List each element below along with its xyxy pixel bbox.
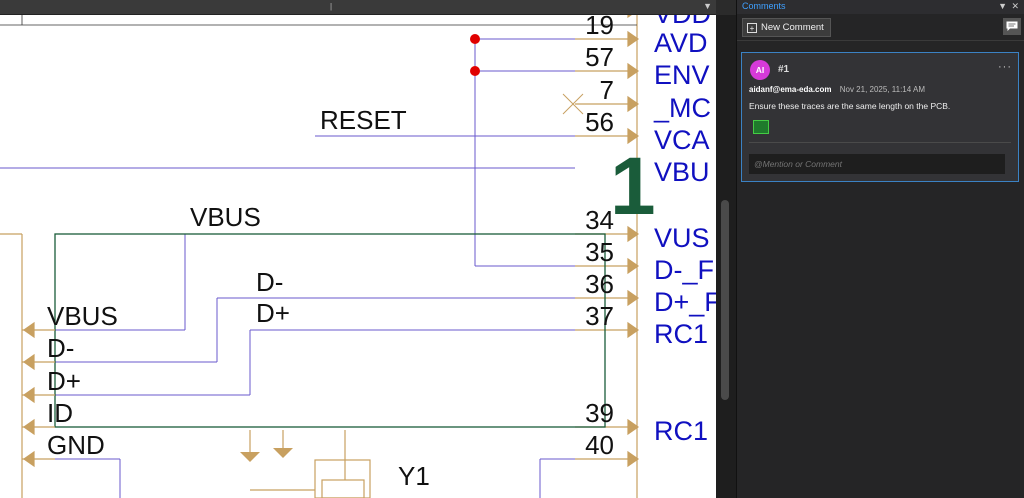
pin-name: VDD <box>654 15 711 29</box>
pin-number: 37 <box>585 301 614 331</box>
pin-number: 57 <box>585 42 614 72</box>
junction-dot <box>470 66 480 76</box>
part-reference: 1 <box>610 141 656 232</box>
pin-number: 7 <box>600 75 614 105</box>
pin-arrow <box>22 321 35 339</box>
connector-body <box>0 233 23 498</box>
pin-name: RC1 <box>654 416 708 446</box>
panel-header: Comments ▼ ✕ <box>737 0 1024 14</box>
avatar: AI <box>750 60 770 80</box>
divider <box>749 142 1011 143</box>
tab-menu-arrow-icon[interactable]: ▼ <box>703 1 712 11</box>
add-comment-icon: + <box>747 22 757 33</box>
vertical-scrollbar[interactable] <box>716 15 736 498</box>
pin-name: _MC <box>653 93 711 123</box>
net-label-d-minus: D- <box>256 267 283 297</box>
pin-name: AVD <box>654 28 708 58</box>
scrollbar-thumb[interactable] <box>721 200 729 400</box>
crystal-reference: Y1 <box>398 461 430 491</box>
ruler-mark: | <box>330 2 333 11</box>
pin-number: 35 <box>585 237 614 267</box>
junction-dot <box>470 34 480 44</box>
new-comment-label: New Comment <box>761 22 824 33</box>
attachment-thumbnail-icon[interactable] <box>753 120 769 134</box>
chat-button[interactable] <box>1003 18 1021 35</box>
net-label-d-plus: D+ <box>256 298 290 328</box>
crystal-body <box>249 430 371 498</box>
connector-pin-label: D- <box>47 333 74 363</box>
schematic-drawing: 581957756343536373940 VDDAVDENV_MCVCAVBU… <box>0 15 716 498</box>
pin-name: VUS <box>654 223 710 253</box>
panel-title: Comments <box>742 1 786 11</box>
connector-pin-label: D+ <box>47 366 81 396</box>
pin-number: 56 <box>585 107 614 137</box>
comment-number: #1 <box>778 64 790 75</box>
reply-input[interactable] <box>749 154 1005 174</box>
pin-number: 40 <box>585 430 614 460</box>
new-comment-button[interactable]: + New Comment <box>742 18 831 37</box>
comments-toolbar: + New Comment <box>737 14 1024 41</box>
pin-arrow <box>22 386 35 404</box>
pin-name: VBU <box>654 157 710 187</box>
net-label-reset: RESET <box>320 105 407 135</box>
pin-arrow <box>22 450 35 468</box>
pin-number: 19 <box>585 15 614 40</box>
ground-symbol <box>273 448 293 458</box>
pin-number: 36 <box>585 269 614 299</box>
comment-body: Ensure these traces are the same length … <box>749 101 951 111</box>
comment-card[interactable]: AI #1 ··· aidanf@ema-eda.com Nov 21, 202… <box>741 52 1019 182</box>
connector-pin-label: VBUS <box>47 301 118 331</box>
dropdown-arrow-icon[interactable]: ▼ <box>998 1 1007 11</box>
more-options-icon[interactable]: ··· <box>998 61 1012 73</box>
comment-author: aidanf@ema-eda.com <box>749 85 832 94</box>
connector-pin-label: GND <box>47 430 105 460</box>
pin-name: D-_F <box>654 255 714 285</box>
comment-meta: aidanf@ema-eda.com Nov 21, 2025, 11:14 A… <box>749 85 925 94</box>
connector-pin-label: ID <box>47 398 73 428</box>
chat-icon <box>1006 21 1018 31</box>
pin-name: VCA <box>654 125 710 155</box>
pin-number: 39 <box>585 398 614 428</box>
net-label-vbus: VBUS <box>190 202 261 232</box>
comments-panel: Comments ▼ ✕ + New Comment AI #1 ··· aid… <box>736 0 1024 498</box>
ground-symbol <box>240 452 260 462</box>
schematic-canvas[interactable]: 581957756343536373940 VDDAVDENV_MCVCAVBU… <box>0 15 716 498</box>
pin-name: ENV <box>654 60 710 90</box>
document-tab-bar: | ▼ <box>0 0 716 15</box>
comment-timestamp: Nov 21, 2025, 11:14 AM <box>839 85 925 94</box>
pin-name: RC1 <box>654 319 708 349</box>
pin-arrow <box>22 353 35 371</box>
pin-arrow <box>22 418 35 436</box>
pin-icon[interactable]: ✕ <box>1011 1 1019 12</box>
pin-name: D+_F <box>654 287 716 317</box>
